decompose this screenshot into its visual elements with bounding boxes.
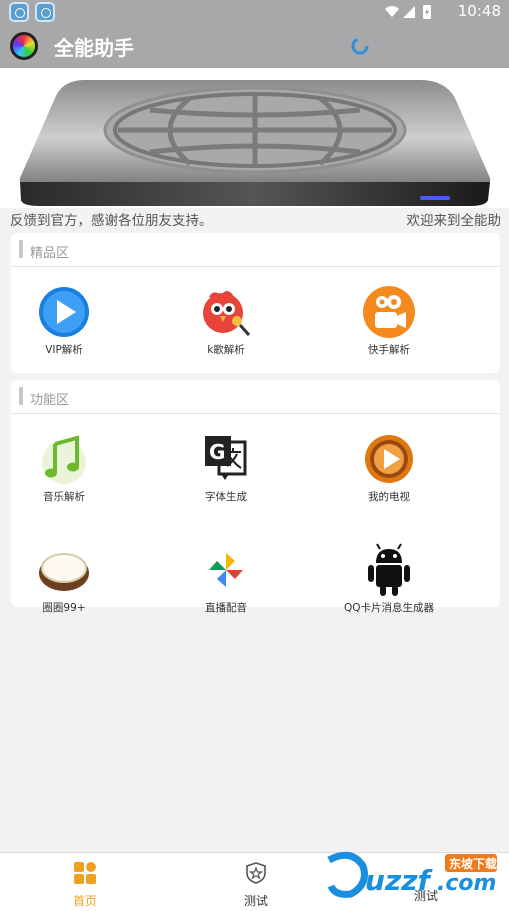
section-title: 精品区 (30, 246, 70, 261)
play-button-icon (37, 285, 91, 339)
grid-item-kuaishou[interactable]: 快手解析 (309, 285, 469, 357)
svg-text:uzzf: uzzf (365, 864, 434, 897)
rox-app-icon (35, 2, 55, 22)
android-icon (362, 543, 416, 597)
status-bar: 10:48 (0, 0, 509, 24)
svg-text:G: G (209, 440, 225, 464)
video-camera-icon (362, 285, 416, 339)
section-functions: 功能区 音乐解析 G 字体生成 我的电视 圈圈99+ 直播配音 QQ卡片消息生成… (11, 380, 500, 614)
loading-spinner-icon (351, 37, 369, 55)
grid-item-font[interactable]: G 字体生成 (146, 432, 306, 504)
tv-play-icon (362, 432, 416, 486)
home-grid-icon (74, 862, 96, 884)
banner[interactable] (0, 68, 509, 208)
nav-tab-test[interactable]: 测试 (216, 861, 296, 909)
pinwheel-icon (199, 543, 253, 597)
grid-item-kge[interactable]: k歌解析 (146, 285, 306, 357)
scrolling-notice-left: 反馈到官方，感谢各位朋友支持。 (10, 213, 213, 229)
music-note-icon (37, 432, 91, 486)
app-bar: 全能助手 (0, 24, 509, 68)
section-header: 精品区 (11, 233, 500, 267)
grid-item-qq-card[interactable]: QQ卡片消息生成器 (309, 543, 469, 615)
section-premium: 精品区 VIP解析 k歌解析 快手解析 (11, 233, 500, 373)
app-title: 全能助手 (54, 36, 134, 60)
grid-item-music[interactable]: 音乐解析 (0, 432, 144, 504)
shield-star-icon (246, 862, 266, 884)
signal-icon (403, 6, 415, 18)
section-title: 功能区 (30, 393, 70, 408)
status-icons (383, 4, 443, 24)
metal-globe-pad-image (19, 80, 491, 206)
rox-app-icon (9, 2, 29, 22)
section-header: 功能区 (11, 380, 500, 414)
scrolling-notice-right: 欢迎来到全能助 (406, 213, 502, 229)
nav-label: 首页 (72, 894, 97, 908)
grid-item-tv[interactable]: 我的电视 (309, 432, 469, 504)
grid-item-quanquan[interactable]: 圈圈99+ (0, 543, 144, 615)
translate-icon: G (199, 432, 253, 486)
clock: 10:48 (457, 2, 501, 20)
uzzf-watermark-logo: uzzf .com 东坡下载 (327, 851, 497, 898)
parrot-mic-icon (199, 285, 253, 339)
svg-text:东坡下载: 东坡下载 (449, 856, 497, 871)
coconut-icon (37, 543, 91, 597)
grid-item-live-dub[interactable]: 直播配音 (146, 543, 306, 615)
svg-text:.com: .com (437, 871, 496, 896)
wifi-icon (385, 6, 399, 17)
color-circle-logo-icon[interactable] (10, 32, 38, 60)
nav-label: 测试 (243, 894, 268, 908)
grid-item-vip[interactable]: VIP解析 (0, 285, 144, 357)
nav-tab-home[interactable]: 首页 (45, 861, 125, 909)
